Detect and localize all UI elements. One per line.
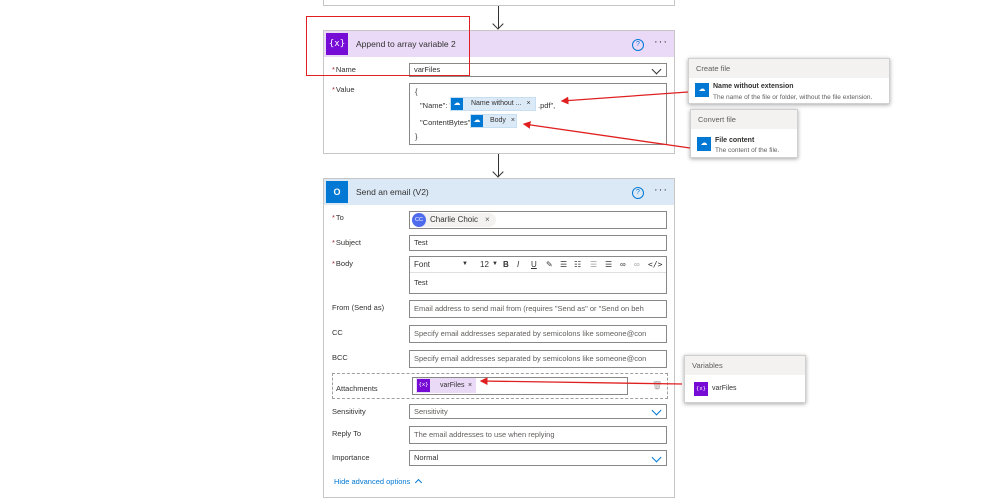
annotation-arrows <box>479 91 691 385</box>
annotation-arrow-name <box>560 91 689 105</box>
annotation-arrow-body <box>522 121 691 149</box>
annotation-arrow-attachments <box>479 377 683 385</box>
